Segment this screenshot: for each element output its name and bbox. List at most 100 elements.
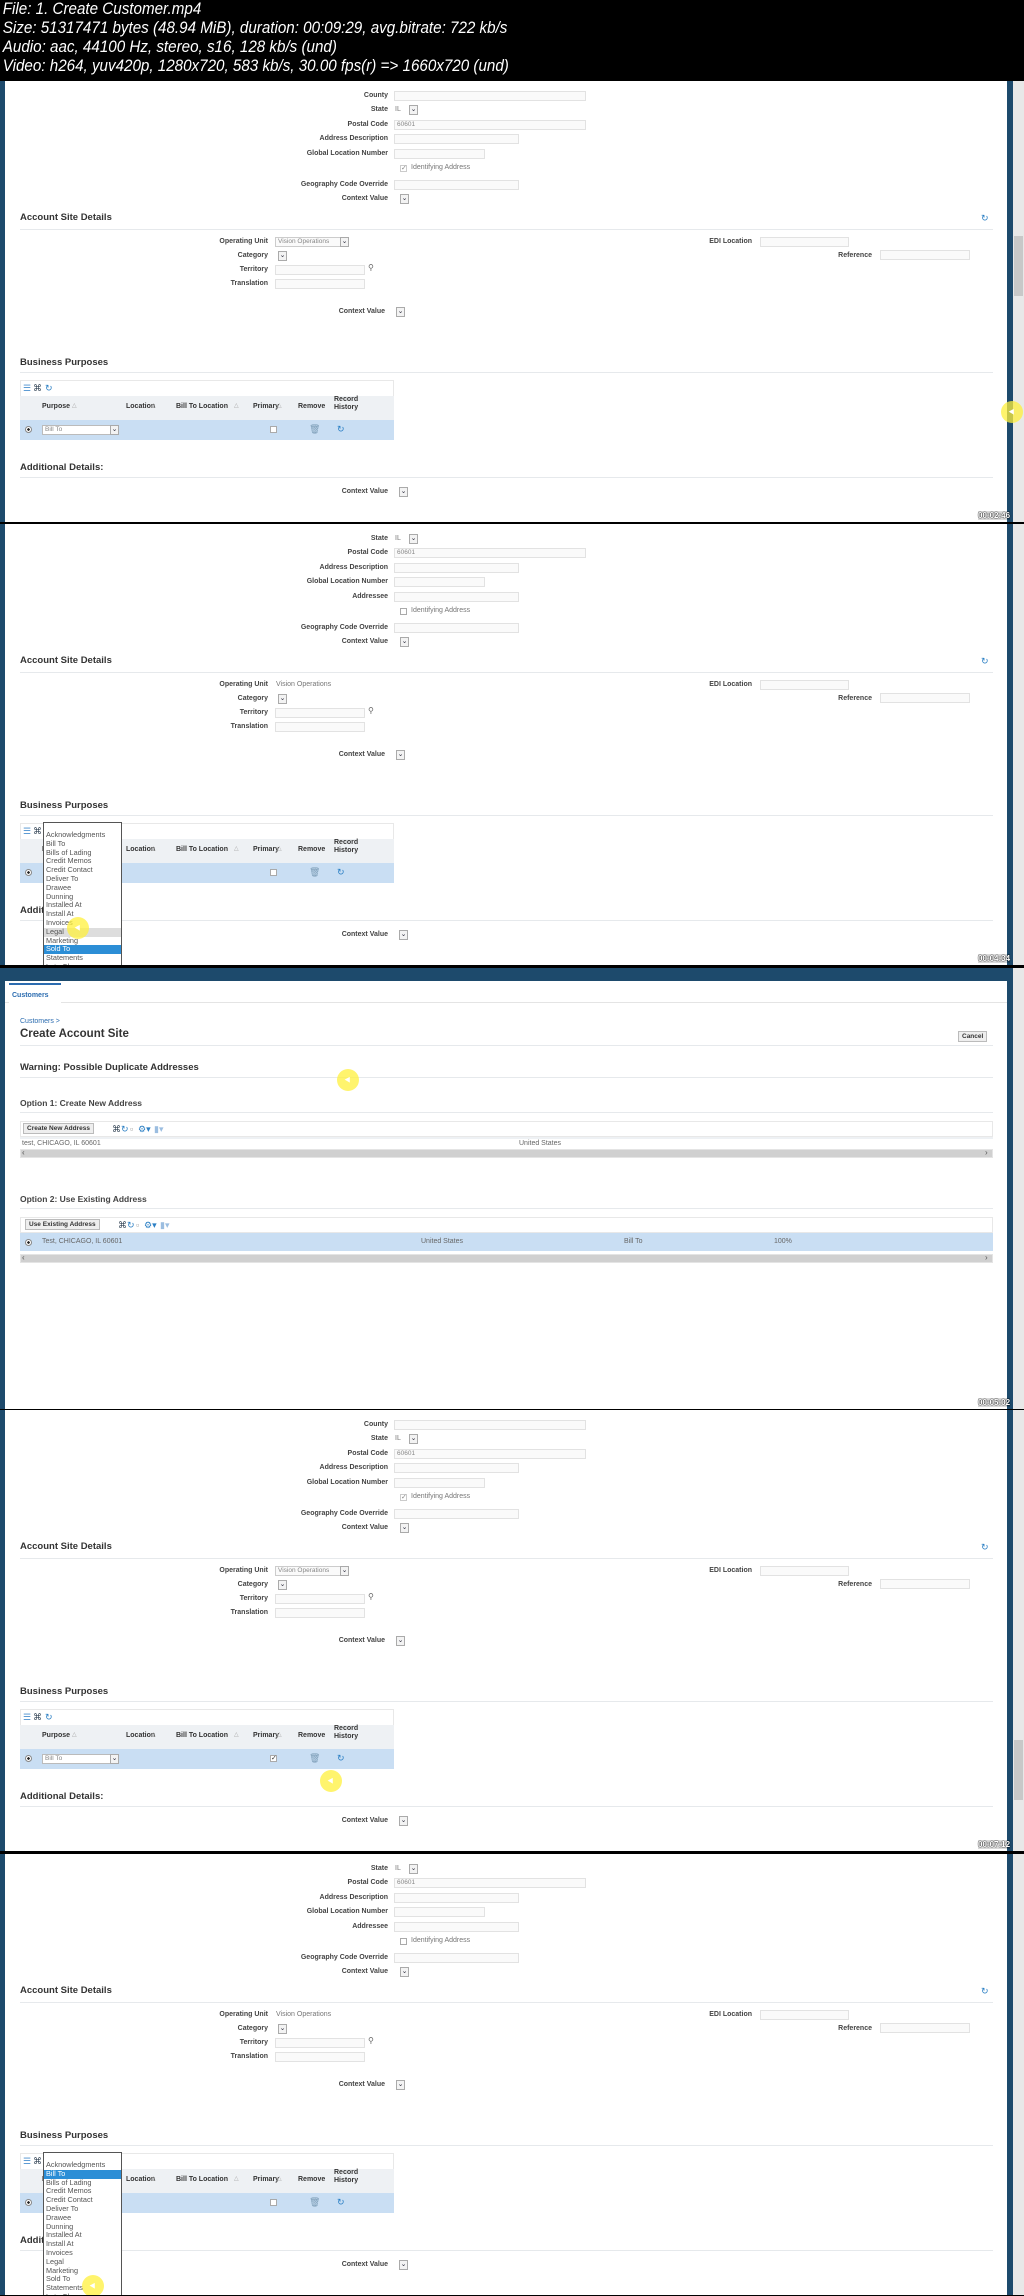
- row-radio[interactable]: [25, 2199, 32, 2206]
- scrollbar-thumb[interactable]: [1014, 1740, 1023, 1800]
- detach-icon[interactable]: ⌘: [33, 383, 42, 394]
- context-value-dropdown-button[interactable]: ⌄: [396, 2080, 405, 2090]
- column-header[interactable]: Primary: [253, 846, 279, 853]
- record-history-icon[interactable]: ↻: [337, 1753, 345, 1764]
- record-history-icon[interactable]: ↻: [337, 867, 345, 878]
- text-field[interactable]: [394, 91, 586, 101]
- export-icon[interactable]: ▫: [130, 1124, 133, 1134]
- text-field[interactable]: 60601: [394, 1878, 586, 1889]
- search-icon[interactable]: ⚲: [368, 2036, 374, 2045]
- column-header[interactable]: Record History: [334, 1725, 364, 1741]
- text-field[interactable]: 60601: [394, 119, 586, 130]
- sort-icon[interactable]: △: [234, 2175, 239, 2182]
- column-header[interactable]: Bill To Location: [176, 403, 228, 410]
- dropdown-button[interactable]: ⌄: [400, 636, 409, 647]
- refresh-icon[interactable]: ↻: [45, 383, 53, 394]
- text-field[interactable]: [394, 1892, 519, 1903]
- column-header[interactable]: Purpose: [42, 403, 70, 410]
- text-field[interactable]: [394, 591, 519, 602]
- column-header[interactable]: Record History: [334, 2169, 364, 2185]
- text-field[interactable]: [394, 1463, 519, 1474]
- dropdown-button[interactable]: ⌄: [409, 105, 418, 116]
- scroll-left-icon[interactable]: ‹: [22, 1148, 25, 1157]
- identifying-address-checkbox[interactable]: [400, 608, 407, 615]
- column-header[interactable]: Bill To Location: [176, 846, 228, 853]
- tab-customers[interactable]: Customers: [9, 983, 61, 1004]
- operating-unit-dropdown-button[interactable]: ⌄: [340, 237, 349, 247]
- primary-checkbox[interactable]: [270, 2199, 277, 2206]
- column-header[interactable]: Primary: [253, 1732, 279, 1739]
- refresh-icon[interactable]: ↻: [981, 1542, 989, 1553]
- context-value-dropdown-button[interactable]: ⌄: [399, 930, 408, 940]
- context-value-dropdown-button[interactable]: ⌄: [396, 750, 405, 760]
- column-header[interactable]: Primary: [253, 2176, 279, 2183]
- text-field[interactable]: [394, 622, 519, 633]
- detach-icon[interactable]: ⌘: [33, 826, 42, 837]
- operating-unit-select[interactable]: Vision Operations: [275, 1566, 349, 1576]
- sort-icon[interactable]: △: [72, 1731, 77, 1738]
- column-header[interactable]: Purpose: [42, 1732, 70, 1739]
- vertical-scrollbar[interactable]: [1013, 1854, 1024, 2295]
- vertical-scrollbar[interactable]: [1013, 524, 1024, 965]
- trash-icon[interactable]: 🗑: [309, 867, 320, 878]
- edi-location-field[interactable]: [760, 680, 849, 690]
- territory-field[interactable]: [275, 265, 365, 275]
- primary-checkbox[interactable]: ✓: [270, 1755, 277, 1762]
- dropdown-button[interactable]: ⌄: [409, 1864, 418, 1874]
- sort-icon[interactable]: △: [72, 402, 77, 409]
- trash-icon[interactable]: 🗑: [309, 2197, 320, 2208]
- table-row[interactable]: [20, 1233, 993, 1251]
- column-header[interactable]: Remove: [298, 403, 325, 410]
- vertical-scrollbar[interactable]: [1013, 81, 1024, 522]
- text-field[interactable]: [394, 562, 519, 573]
- dropdown-button[interactable]: ⌄: [400, 1966, 409, 1977]
- reference-field[interactable]: [880, 693, 970, 703]
- operating-unit-select[interactable]: Vision Operations: [275, 237, 349, 247]
- detach-icon[interactable]: ⌘: [33, 2156, 42, 2167]
- dropdown-button[interactable]: ⌄: [400, 1522, 409, 1533]
- refresh-icon[interactable]: ↻: [121, 1124, 129, 1135]
- text-field[interactable]: [394, 179, 519, 190]
- refresh-icon[interactable]: ↻: [981, 656, 989, 667]
- record-history-icon[interactable]: ↻: [337, 2197, 345, 2208]
- scroll-right-icon[interactable]: ›: [985, 1148, 988, 1157]
- refresh-icon[interactable]: ↻: [127, 1220, 135, 1231]
- identifying-address-checkbox[interactable]: [400, 1938, 407, 1945]
- row-radio[interactable]: [25, 1755, 32, 1762]
- scroll-right-icon[interactable]: ›: [985, 1253, 988, 1262]
- use-existing-address-button[interactable]: Use Existing Address: [25, 1219, 100, 1230]
- text-field[interactable]: 60601: [394, 1448, 586, 1459]
- context-value-dropdown-button[interactable]: ⌄: [396, 307, 405, 317]
- text-field[interactable]: [394, 1921, 519, 1932]
- primary-checkbox[interactable]: [270, 869, 277, 876]
- refresh-icon[interactable]: ↻: [981, 213, 989, 224]
- column-header[interactable]: Remove: [298, 2176, 325, 2183]
- reference-field[interactable]: [880, 250, 970, 260]
- purpose-dropdown-button[interactable]: ⌄: [110, 1754, 119, 1764]
- vertical-scrollbar[interactable]: [1013, 968, 1024, 1409]
- sort-icon[interactable]: △: [151, 2175, 156, 2182]
- purpose-dropdown-button[interactable]: ⌄: [110, 425, 119, 435]
- text-field[interactable]: [394, 134, 519, 145]
- dropdown-button[interactable]: ⌄: [400, 193, 409, 204]
- context-value-dropdown-button[interactable]: ⌄: [396, 1636, 405, 1646]
- context-value-dropdown-button[interactable]: ⌄: [399, 1816, 408, 1826]
- detach-icon[interactable]: ⌘: [33, 1712, 42, 1723]
- export-icon[interactable]: ▫: [136, 1220, 139, 1230]
- sort-icon[interactable]: △: [234, 1731, 239, 1738]
- column-header[interactable]: Bill To Location: [176, 2176, 228, 2183]
- record-history-icon[interactable]: ↻: [337, 424, 345, 435]
- column-header[interactable]: Record History: [334, 839, 364, 855]
- text-field[interactable]: 60601: [394, 548, 586, 559]
- dropdown-button[interactable]: ⌄: [409, 534, 418, 544]
- purpose-dropdown-list[interactable]: Acknowledgments Bill To Bills of Lading Cre…: [43, 822, 122, 965]
- text-field[interactable]: [394, 1952, 519, 1963]
- detach-icon[interactable]: ⌘: [118, 1220, 127, 1231]
- purpose-dropdown-list[interactable]: Acknowledgments Bill To Bills of Lading Cre…: [43, 2152, 122, 2295]
- scroll-left-icon[interactable]: ‹: [22, 1253, 25, 1262]
- add-row-icon[interactable]: ☰: [23, 1712, 31, 1723]
- detach-icon[interactable]: ⌘: [112, 1124, 121, 1135]
- edi-location-field[interactable]: [760, 237, 849, 247]
- table-row[interactable]: [20, 1139, 993, 1149]
- text-field[interactable]: [394, 148, 485, 159]
